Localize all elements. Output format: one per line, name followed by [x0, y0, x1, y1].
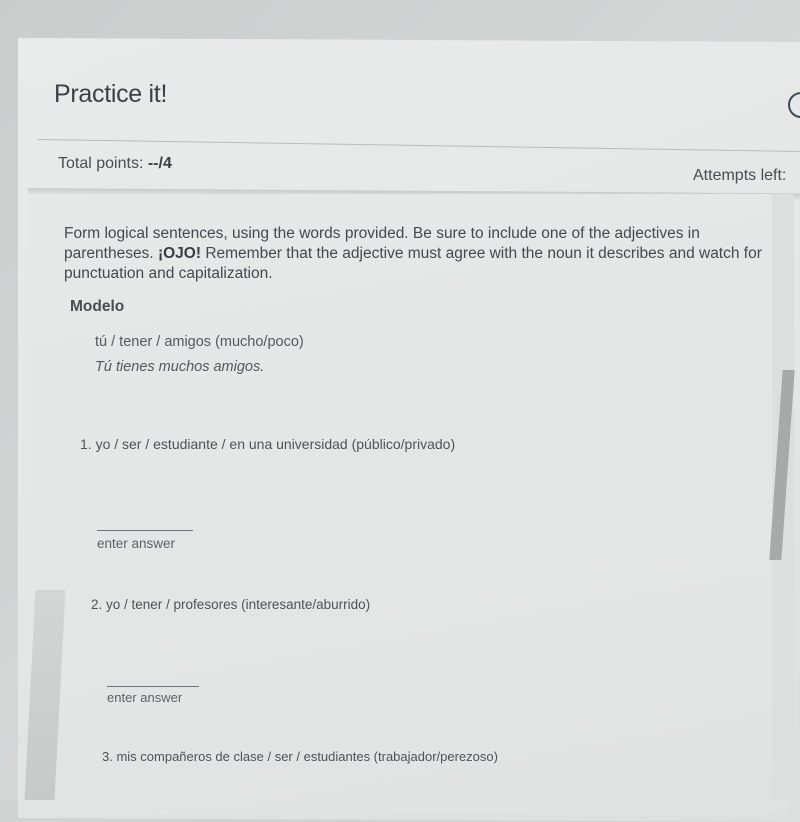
attempts-left: Attempts left: [693, 167, 786, 185]
answer-hint-1: enter answer [97, 536, 176, 551]
total-points: Total points: --/4 [58, 155, 172, 173]
answer-input-2[interactable] [107, 664, 199, 686]
modelo-answer: Tú tienes muchos amigos. [95, 359, 265, 375]
modelo-prompt: tú / tener / amigos (mucho/poco) [95, 334, 304, 350]
answer-hint-2: enter answer [107, 690, 183, 705]
total-points-value: --/4 [147, 155, 172, 172]
answer-underline-1 [97, 530, 193, 531]
question-1: 1. yo / ser / estudiante / en una univer… [80, 436, 456, 452]
attempts-left-label: Attempts left: [693, 167, 787, 184]
ojo-label: ¡OJO! [157, 245, 201, 262]
answer-input-1[interactable] [97, 508, 193, 530]
question-content-area [28, 194, 788, 814]
question-3: 3. mis compañeros de clase / ser / estud… [102, 749, 498, 764]
page-title: Practice it! [54, 80, 168, 108]
answer-underline-2 [107, 686, 199, 687]
question-2: 2. yo / tener / profesores (interesante/… [91, 597, 371, 612]
instructions: Form logical sentences, using the words … [64, 224, 784, 284]
total-points-label: Total points: [58, 155, 144, 172]
modelo-label: Modelo [70, 298, 125, 315]
